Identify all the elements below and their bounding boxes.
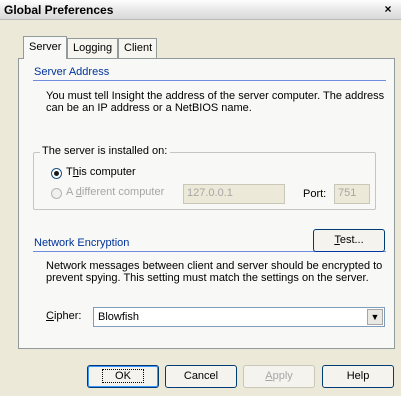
server-location-group-label: The server is installed on: bbox=[40, 145, 171, 157]
title-bar: Global Preferences × bbox=[0, 0, 401, 20]
network-encryption-heading: Network Encryption bbox=[34, 237, 130, 249]
ok-label: OK bbox=[115, 370, 131, 382]
ok-button[interactable]: OK bbox=[87, 365, 159, 388]
different-computer-radio[interactable] bbox=[51, 188, 62, 199]
section-divider bbox=[33, 80, 386, 81]
test-button[interactable]: Test... bbox=[313, 229, 385, 252]
tab-server[interactable]: Server bbox=[23, 36, 67, 59]
label-accelerator: C bbox=[46, 310, 54, 322]
network-encryption-description: Network messages between client and serv… bbox=[46, 260, 386, 284]
server-address-field[interactable]: 127.0.0.1 bbox=[183, 184, 285, 204]
label-part: est... bbox=[339, 234, 364, 246]
tab-client[interactable]: Client bbox=[118, 38, 157, 58]
description-line: can be an IP address or a NetBIOS name. bbox=[46, 102, 252, 114]
help-button[interactable]: Help bbox=[322, 365, 394, 388]
cipher-select[interactable]: Blowfish ▼ bbox=[93, 307, 385, 327]
label-part: T bbox=[66, 166, 73, 178]
label-accelerator: A bbox=[265, 370, 273, 382]
description-line: prevent spying. This setting must match … bbox=[46, 272, 369, 284]
window-title: Global Preferences bbox=[4, 3, 114, 17]
cipher-label: Cipher: bbox=[46, 310, 81, 322]
server-address-description: You must tell Insight the address of the… bbox=[46, 90, 386, 114]
server-address-heading: Server Address bbox=[34, 66, 110, 78]
apply-button[interactable]: Apply bbox=[243, 365, 315, 388]
this-computer-radio[interactable] bbox=[51, 168, 62, 179]
description-line: You must tell Insight the address of the… bbox=[46, 90, 385, 102]
close-button[interactable]: × bbox=[380, 3, 396, 17]
different-computer-label[interactable]: A different computer bbox=[66, 186, 164, 198]
focus-indicator: OK bbox=[102, 369, 144, 383]
label-part: A bbox=[66, 186, 76, 198]
chevron-down-icon[interactable]: ▼ bbox=[367, 309, 383, 325]
label-part: ifferent computer bbox=[81, 186, 165, 198]
label-part: ipher: bbox=[53, 310, 82, 322]
section-divider bbox=[33, 251, 386, 252]
port-field[interactable]: 751 bbox=[334, 184, 370, 204]
cipher-selected-value: Blowfish bbox=[98, 311, 139, 323]
cancel-button[interactable]: Cancel bbox=[165, 365, 237, 388]
tab-logging[interactable]: Logging bbox=[67, 38, 118, 58]
this-computer-label[interactable]: This computer bbox=[66, 166, 136, 178]
description-line: Network messages between client and serv… bbox=[46, 260, 383, 272]
label-part: is computer bbox=[78, 166, 136, 178]
label-part: pply bbox=[272, 370, 293, 382]
port-label: Port: bbox=[303, 188, 327, 200]
